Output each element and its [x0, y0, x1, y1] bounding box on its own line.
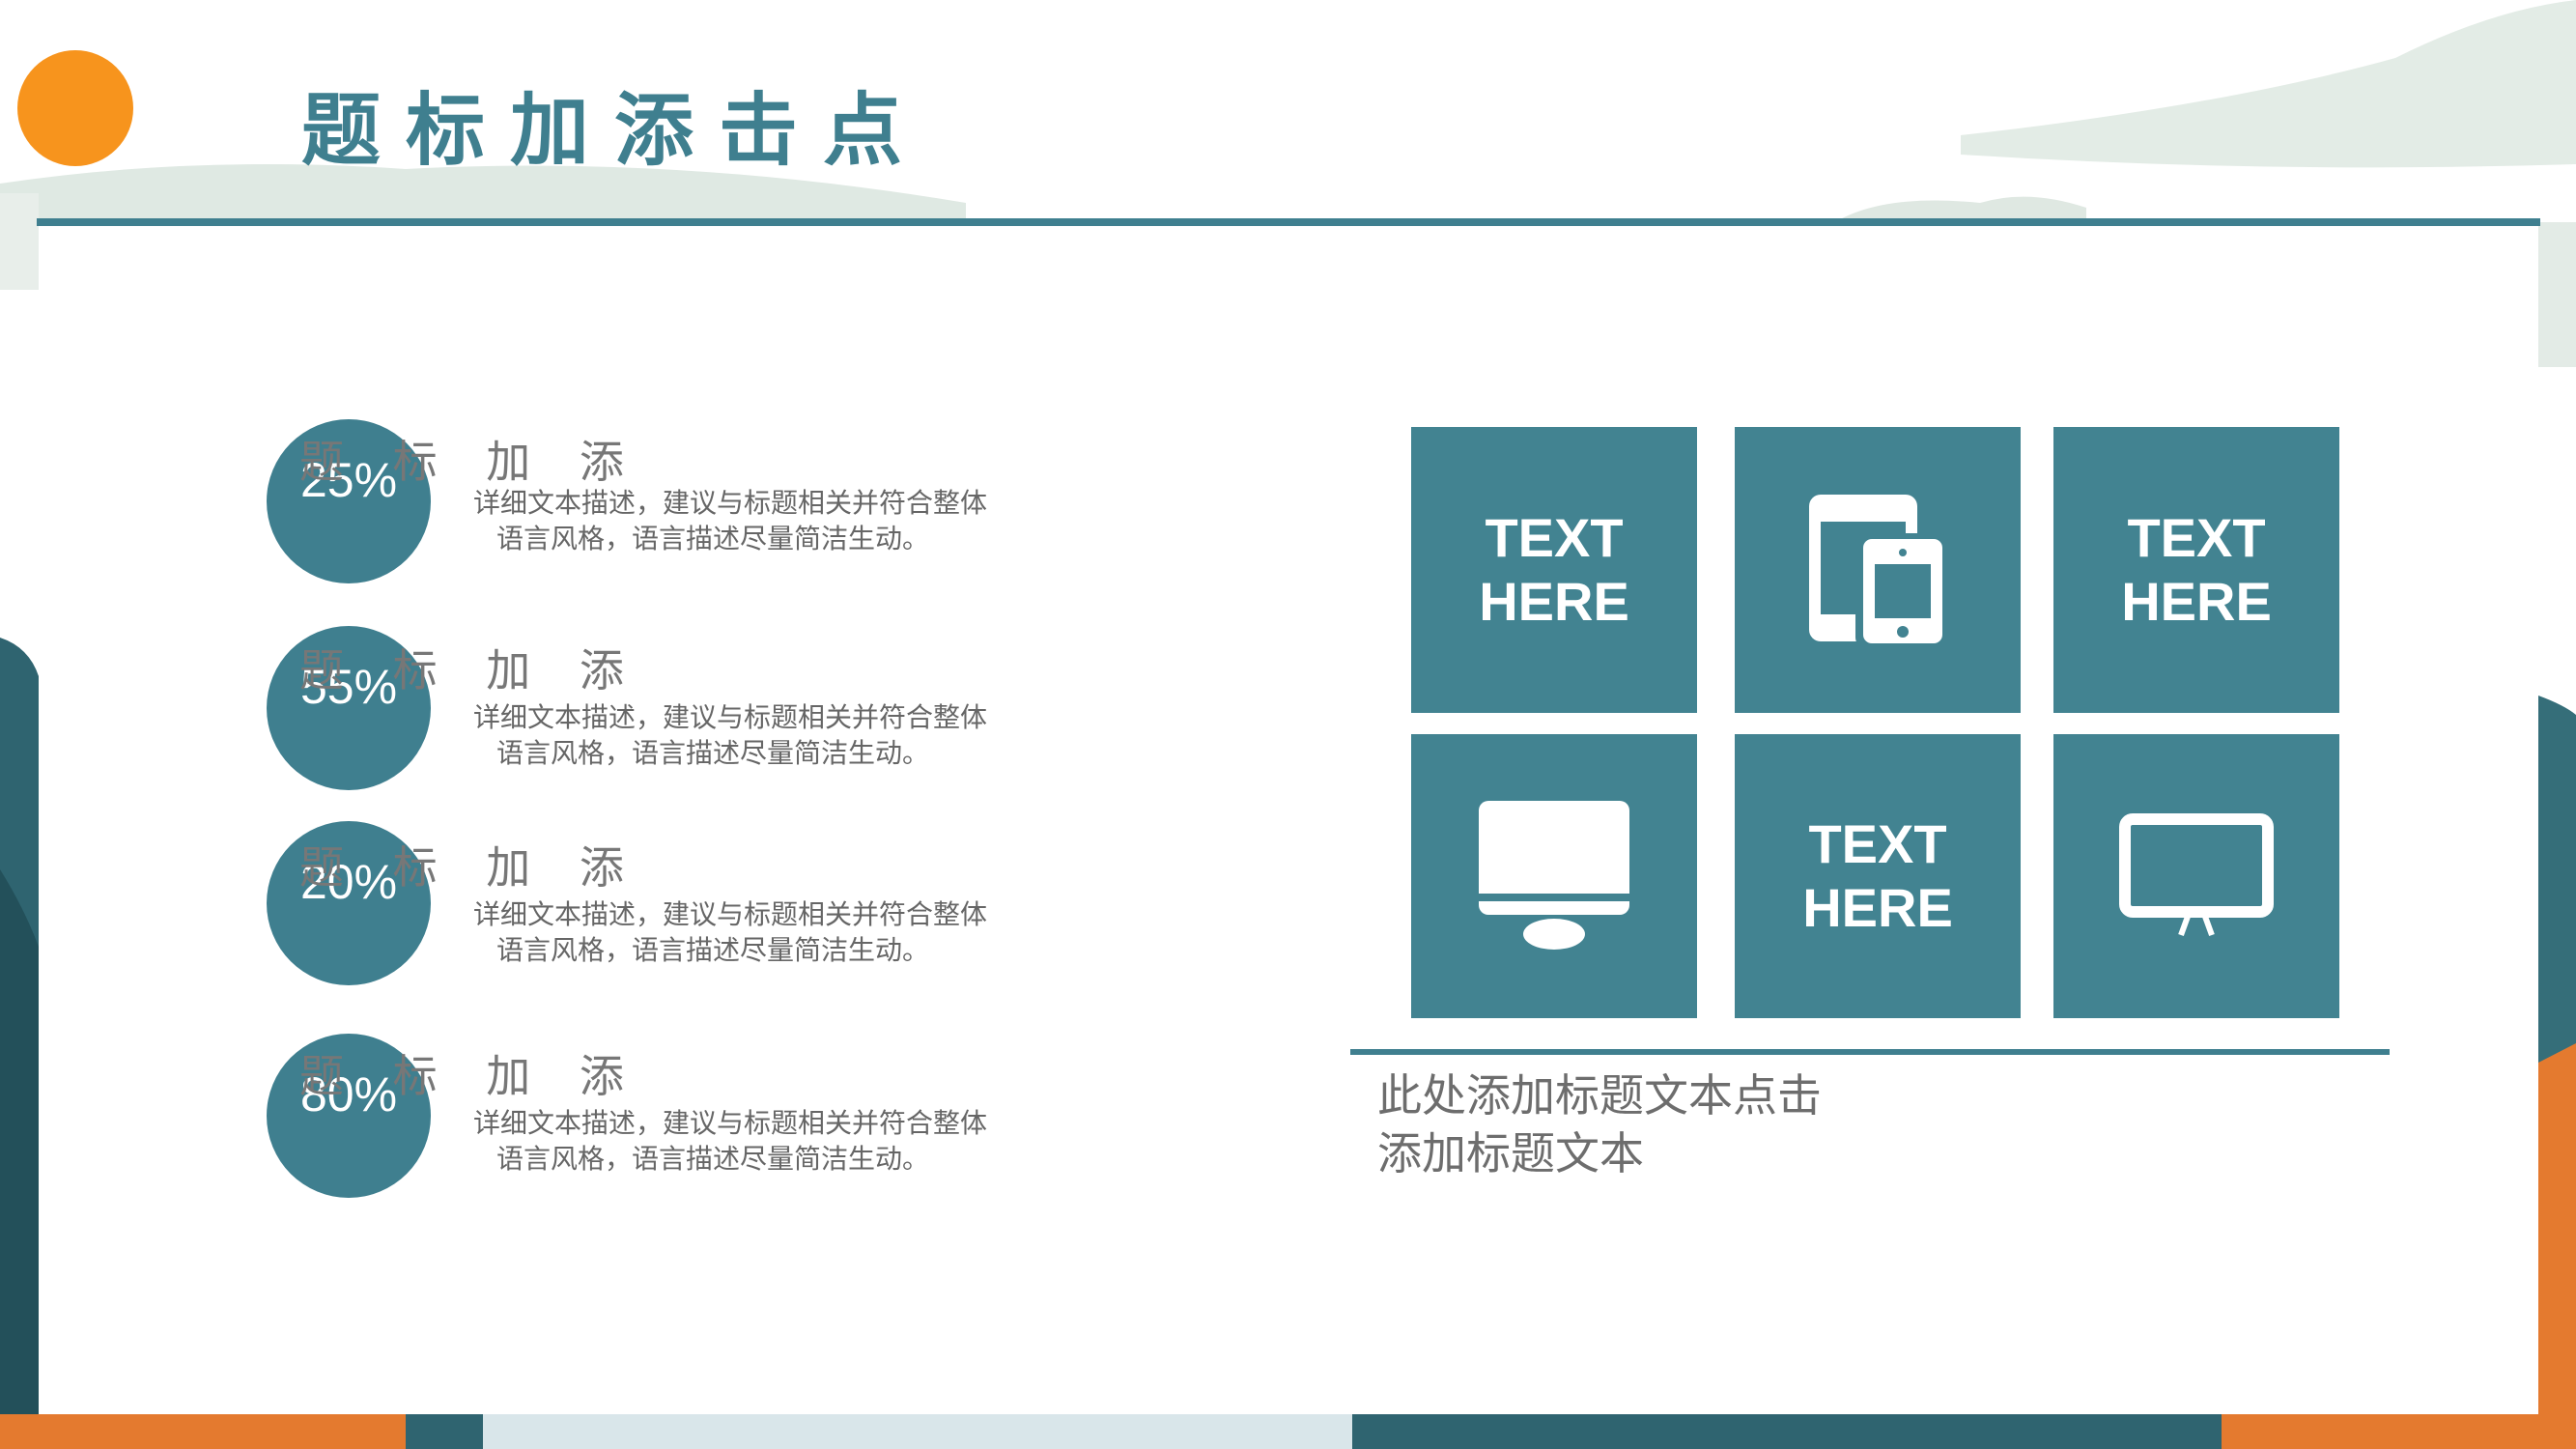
tile-monitor[interactable]: [1411, 734, 1697, 1018]
slide-title[interactable]: 题标加添击点: [301, 66, 927, 181]
item-title[interactable]: 题 标 加 添: [299, 833, 641, 896]
tile-text[interactable]: TEXT HERE: [1411, 427, 1697, 713]
item-description[interactable]: 详细文本描述，建议与标题相关并符合整体语言风格，语言描述尽量简洁生动。: [473, 1105, 1008, 1177]
item-description[interactable]: 详细文本描述，建议与标题相关并符合整体语言风格，语言描述尽量简洁生动。: [473, 485, 1008, 556]
item-title[interactable]: 题 标 加 添: [299, 427, 641, 491]
presentation-screen-icon: [2119, 813, 2274, 937]
grid-underline: [1350, 1049, 2390, 1055]
list-item: 25% 题 标 加 添 详细文本描述，建议与标题相关并符合整体语言风格，语言描述…: [267, 419, 1020, 603]
tile-label: TEXT HERE: [2121, 507, 2272, 632]
tile-screen[interactable]: [2053, 734, 2339, 1018]
item-description[interactable]: 详细文本描述，建议与标题相关并符合整体语言风格，语言描述尽量简洁生动。: [473, 699, 1008, 771]
item-title[interactable]: 题 标 加 添: [299, 1041, 641, 1105]
monitor-icon: [1479, 801, 1629, 950]
title-underline: [37, 218, 2540, 226]
item-description[interactable]: 详细文本描述，建议与标题相关并符合整体语言风格，语言描述尽量简洁生动。: [473, 896, 1008, 968]
sun-decoration: [17, 50, 133, 166]
tile-text[interactable]: TEXT HERE: [1735, 734, 2021, 1018]
list-item: 55% 题 标 加 添 详细文本描述，建议与标题相关并符合整体语言风格，语言描述…: [267, 626, 1020, 810]
tile-label: TEXT HERE: [1802, 813, 1953, 938]
tile-label: TEXT HERE: [1479, 507, 1629, 632]
caption-text[interactable]: 此处添加标题文本点击添加标题文本: [1377, 1066, 1822, 1182]
devices-icon: [1809, 495, 1948, 647]
tile-text[interactable]: TEXT HERE: [2053, 427, 2339, 713]
tile-devices[interactable]: [1735, 427, 2021, 713]
list-item: 20% 题 标 加 添 详细文本描述，建议与标题相关并符合整体语言风格，语言描述…: [267, 821, 1020, 1005]
list-item: 80% 题 标 加 添 详细文本描述，建议与标题相关并符合整体语言风格，语言描述…: [267, 1034, 1020, 1217]
item-title[interactable]: 题 标 加 添: [299, 636, 641, 699]
